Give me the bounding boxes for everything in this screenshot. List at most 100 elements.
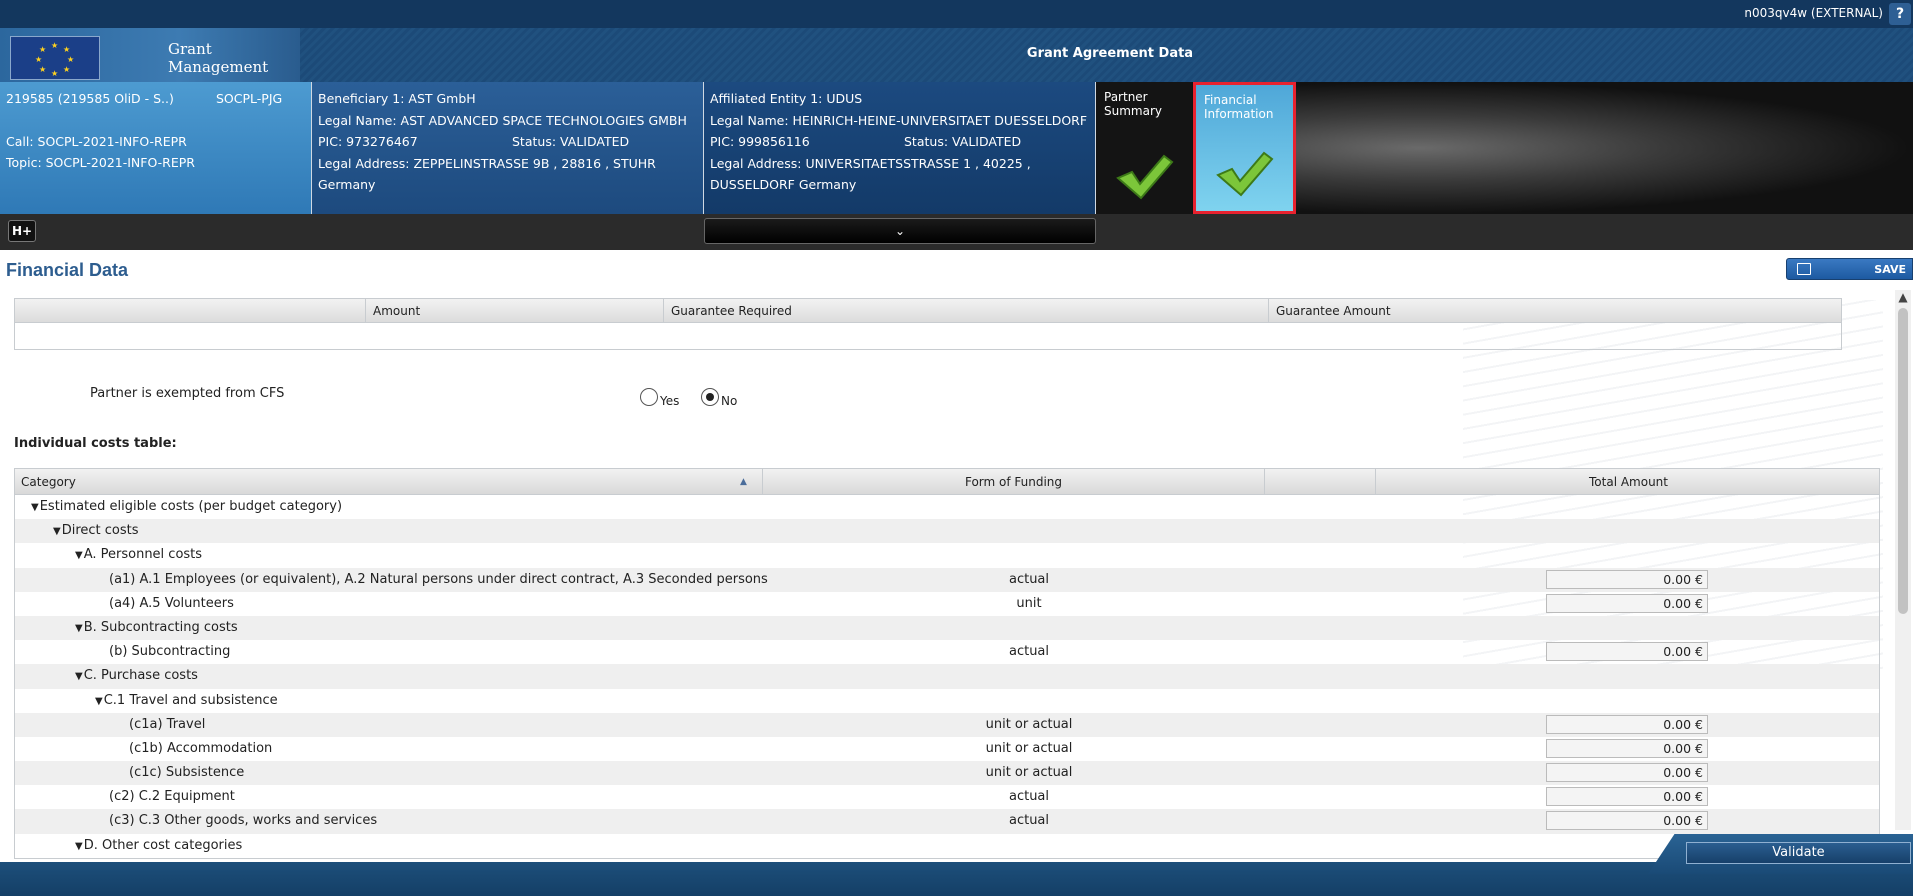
project-topic: Topic: SOCPL-2021-INFO-REPR xyxy=(6,155,195,170)
table-row[interactable]: ▼Direct costs xyxy=(15,519,1879,544)
radio-no-label: No xyxy=(721,394,738,408)
row-category: (a4) A.5 Volunteers xyxy=(109,596,234,611)
table-row[interactable]: ▼C. Purchase costs xyxy=(15,664,1879,689)
table-row[interactable]: (c1a) Travel unit or actual 0.00 € xyxy=(15,712,1879,737)
scrollbar-thumb[interactable] xyxy=(1898,308,1908,614)
row-label: C. Purchase costs xyxy=(83,668,198,684)
row-form-of-funding: actual xyxy=(1008,813,1050,829)
sort-ascending-icon[interactable]: ▲ xyxy=(740,477,747,487)
row-category: (c2) C.2 Equipment xyxy=(109,789,235,804)
row-total-amount-field[interactable]: 0.00 € xyxy=(1546,811,1708,831)
tab-partner-summary[interactable]: Partner Summary xyxy=(1096,82,1192,214)
table-row[interactable]: (b) Subcontracting actual 0.00 € xyxy=(15,640,1879,664)
row-total-amount-field[interactable]: 0.00 € xyxy=(1546,569,1708,589)
affiliated-status-line: PIC: 999856116 Status: VALIDATED xyxy=(710,131,1089,153)
validate-button[interactable]: Validate xyxy=(1686,842,1911,864)
radio-yes-label: Yes xyxy=(660,394,680,408)
table-row[interactable]: ▼C.1 Travel and subsistence xyxy=(15,689,1879,713)
toolbar: H+ ⌄ xyxy=(0,214,1913,250)
row-total-amount-field[interactable]: 0.00 € xyxy=(1546,738,1708,758)
table-row[interactable]: (c1b) Accommodation unit or actual 0.00 € xyxy=(15,737,1879,761)
row-form-of-funding: actual xyxy=(1008,571,1050,587)
save-button[interactable]: SAVE xyxy=(1786,258,1913,280)
row-total-amount-field[interactable]: 0.00 € xyxy=(1546,763,1708,783)
beneficiary-country: Germany xyxy=(318,177,376,192)
affiliated-panel[interactable]: Affiliated Entity 1: UDUS Legal Name: HE… xyxy=(704,82,1096,214)
expand-toggle-icon[interactable]: ▼ xyxy=(31,502,39,513)
table-row[interactable]: (a1) A.1 Employees (or equivalent), A.2 … xyxy=(15,567,1879,592)
table-row[interactable]: (c1c) Subsistence unit or actual 0.00 € xyxy=(15,761,1879,786)
table-row[interactable]: (a4) A.5 Volunteers unit 0.00 € xyxy=(15,592,1879,616)
beneficiary-title: Beneficiary 1: AST GmbH xyxy=(318,91,476,106)
row-total-amount-field[interactable]: 0.00 € xyxy=(1546,714,1708,734)
radio-no[interactable]: No xyxy=(701,386,737,408)
expand-toggle-icon[interactable]: ▼ xyxy=(53,526,61,537)
radio-yes-circle[interactable] xyxy=(640,388,658,406)
project-panel[interactable]: 219585 (219585 OliD - S..) SOCPL-PJG Cal… xyxy=(0,82,312,214)
checkmark-icon xyxy=(1216,151,1274,197)
beneficiary-panel[interactable]: Beneficiary 1: AST GmbH Legal Name: AST … xyxy=(312,82,704,214)
row-category: (b) Subcontracting xyxy=(109,644,230,659)
row-category: ▼C.1 Travel and subsistence xyxy=(95,693,278,708)
user-name: n003qv4w (EXTERNAL) xyxy=(1744,6,1883,20)
bottom-bar xyxy=(0,862,1913,896)
row-label: (c2) C.2 Equipment xyxy=(109,789,235,805)
collapse-header-button[interactable]: ⌄ xyxy=(704,218,1096,244)
row-category: ▼D. Other cost categories xyxy=(75,838,242,853)
tab-financial-information[interactable]: Financial Information xyxy=(1193,82,1296,214)
expand-toggle-icon[interactable]: ▼ xyxy=(75,671,83,682)
hplus-icon[interactable]: H+ xyxy=(8,220,36,242)
guarantee-table-header: Amount Guarantee Required Guarantee Amou… xyxy=(15,299,1841,323)
column-header-guarantee-amount[interactable]: Guarantee Amount xyxy=(1268,299,1843,323)
affiliated-pic: PIC: 999856116 xyxy=(710,134,810,149)
affiliated-status: Status: VALIDATED xyxy=(904,134,1022,149)
logo-line-2: Management xyxy=(168,58,269,76)
row-category: ▼B. Subcontracting costs xyxy=(75,620,238,635)
grant-management-logo[interactable]: ★ ★ ★ ★ ★ ★ ★ ★ Grant Management xyxy=(0,28,300,82)
individual-costs-label: Individual costs table: xyxy=(14,436,177,451)
row-label: (c1b) Accommodation xyxy=(129,740,273,756)
expand-toggle-icon[interactable]: ▼ xyxy=(75,841,83,852)
column-header-form[interactable]: Form of Funding xyxy=(762,469,1264,495)
vertical-scrollbar[interactable]: ▲ xyxy=(1895,290,1911,830)
project-code: SOCPL-PJG xyxy=(216,91,283,106)
column-header-category[interactable]: Category xyxy=(15,469,762,495)
tile-label-2: Information xyxy=(1204,107,1274,121)
beneficiary-status-line: PIC: 973276467 Status: VALIDATED xyxy=(318,131,697,153)
row-form-of-funding: actual xyxy=(1008,789,1050,805)
row-category: ▼A. Personnel costs xyxy=(75,547,202,562)
row-total-amount-field[interactable]: 0.00 € xyxy=(1546,787,1708,807)
logo-line-1: Grant xyxy=(168,40,212,58)
row-total-amount-field[interactable]: 0.00 € xyxy=(1546,642,1708,662)
column-header-total[interactable]: Total Amount xyxy=(1375,469,1881,495)
table-row[interactable]: ▼A. Personnel costs xyxy=(15,543,1879,567)
radio-no-circle[interactable] xyxy=(701,388,719,406)
beneficiary-status: Status: VALIDATED xyxy=(512,134,630,149)
table-body: ▼Estimated eligible costs (per budget ca… xyxy=(15,495,1879,858)
scroll-up-icon[interactable]: ▲ xyxy=(1895,290,1911,304)
row-total-amount-field[interactable]: 0.00 € xyxy=(1546,593,1708,613)
table-row[interactable]: ▼Estimated eligible costs (per budget ca… xyxy=(15,495,1879,519)
main-content: Financial Data SAVE Amount Guarantee Req… xyxy=(0,250,1913,862)
help-icon[interactable]: ? xyxy=(1889,3,1911,25)
affiliated-title: Affiliated Entity 1: UDUS xyxy=(710,91,863,106)
row-category: ▼Estimated eligible costs (per budget ca… xyxy=(31,499,342,514)
expand-toggle-icon[interactable]: ▼ xyxy=(75,550,83,561)
radio-yes[interactable]: Yes xyxy=(640,386,679,408)
table-row[interactable]: (c3) C.3 Other goods, works and services… xyxy=(15,809,1879,834)
row-category: (c1b) Accommodation xyxy=(129,741,272,756)
project-id: 219585 (219585 OliD - S..) xyxy=(6,91,174,106)
affiliated-address: Legal Address: UNIVERSITAETSSTRASSE 1 , … xyxy=(710,155,1031,171)
column-header-guarantee-required[interactable]: Guarantee Required xyxy=(663,299,1268,323)
table-row[interactable]: ▼B. Subcontracting costs xyxy=(15,615,1879,641)
row-label: (c3) C.3 Other goods, works and services xyxy=(109,813,378,829)
tile-label-1: Partner xyxy=(1104,90,1148,104)
table-row[interactable]: ▼D. Other cost categories xyxy=(15,834,1879,858)
table-row[interactable]: (c2) C.2 Equipment actual 0.00 € xyxy=(15,785,1879,809)
expand-toggle-icon[interactable]: ▼ xyxy=(95,696,103,707)
checkmark-icon xyxy=(1116,154,1174,200)
column-header-amount[interactable]: Amount xyxy=(365,299,663,323)
row-form-of-funding: unit xyxy=(1016,595,1042,611)
expand-toggle-icon[interactable]: ▼ xyxy=(75,623,83,634)
